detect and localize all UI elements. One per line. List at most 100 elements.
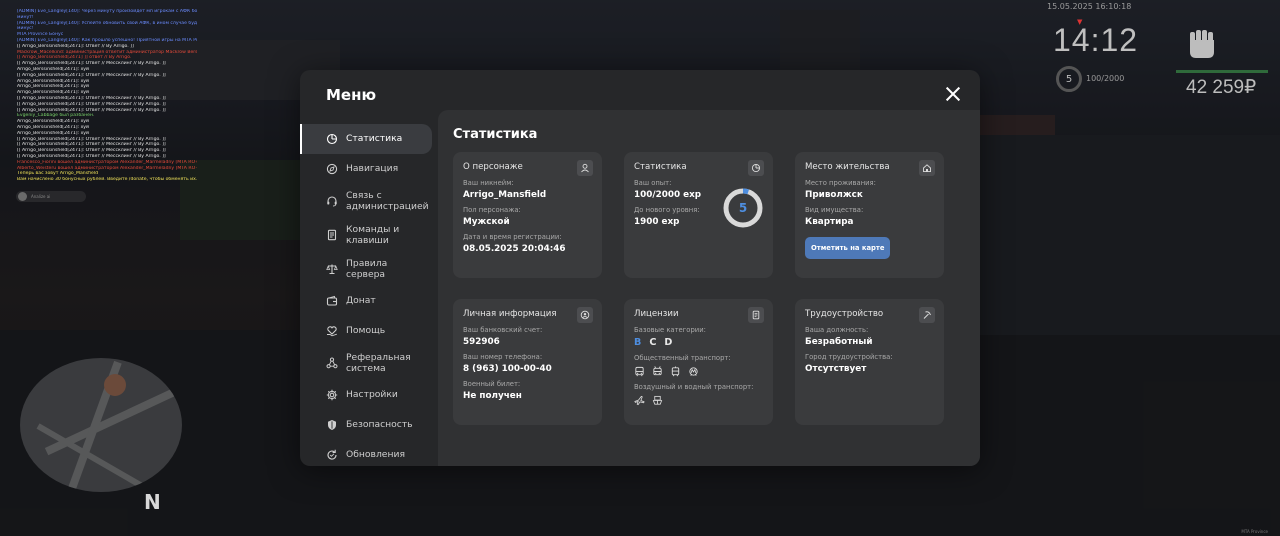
sidebar-item-label: Настройки — [346, 389, 398, 401]
card-personal-info: Личная информация Ваш банковский счет: 5… — [453, 299, 602, 425]
minimap-north-label: N — [144, 490, 161, 514]
watermark: MTA Province — [1241, 529, 1268, 534]
compass-icon — [326, 163, 338, 175]
avatar — [18, 192, 27, 201]
hud-date: 15.05.2025 16:10:18 — [1047, 2, 1132, 11]
registration-value: 08.05.2025 20:04:46 — [463, 244, 566, 254]
gender-value: Мужской — [463, 217, 510, 227]
military-id-label: Военный билет: — [463, 380, 521, 388]
chat-line: Вам начислено 30 бонусных рублей. Введит… — [17, 177, 197, 183]
sidebar-item-label: Связь с администрацией — [346, 189, 429, 213]
sidebar-item-label: Статистика — [346, 133, 403, 145]
license-categories: BCD — [634, 337, 763, 348]
menu-title: Меню — [326, 86, 377, 104]
air-water-transport-label: Воздушный и водный транспорт: — [634, 383, 754, 391]
chat-input-placeholder: Analize ai — [31, 194, 51, 199]
bus-icon — [635, 366, 644, 377]
card-title: Личная информация — [463, 309, 557, 319]
sidebar-item-11[interactable]: Обновления — [300, 440, 436, 466]
card-title: О персонаже — [463, 162, 523, 172]
id-badge-icon — [577, 307, 593, 323]
gear-icon — [326, 389, 338, 401]
user-icon — [577, 160, 593, 176]
pie-chart-icon — [748, 160, 764, 176]
menu-window: Меню Статистика Навигация Связь с админист… — [300, 70, 980, 466]
job-city-label: Город трудоустройства: — [805, 353, 893, 361]
sidebar-item-label: Навигация — [346, 163, 399, 175]
gender-label: Пол персонажа: — [463, 206, 521, 214]
sidebar-item-7[interactable]: Помощь — [300, 316, 436, 346]
chat-input[interactable]: Analize ai — [16, 191, 86, 202]
phone-label: Ваш номер телефона: — [463, 353, 543, 361]
bank-account-label: Ваш банковский счет: — [463, 326, 543, 334]
pie-chart-icon — [326, 133, 338, 145]
base-categories-label: Базовые категории: — [634, 326, 706, 334]
military-id-value: Не получен — [463, 391, 522, 401]
sidebar-item-2[interactable]: Навигация — [300, 154, 436, 184]
page-title: Статистика — [453, 127, 538, 142]
close-icon[interactable] — [946, 87, 960, 101]
sidebar-item-label: Помощь — [346, 325, 386, 337]
sidebar-item-label: Безопасность — [346, 419, 413, 431]
nickname-label: Ваш никнейм: — [463, 179, 514, 187]
card-employment: Трудоустройство Ваша должность: Безработ… — [795, 299, 944, 425]
registration-label: Дата и время регистрации: — [463, 233, 562, 241]
public-transport-icons — [634, 366, 763, 377]
hud-money: 42 259₽ — [1186, 77, 1257, 98]
nickname-value: Arrigo_Mansfield — [463, 190, 547, 200]
sidebar-item-5[interactable]: Правила сервера — [300, 252, 436, 286]
sidebar-item-3[interactable]: Связь с администрацией — [300, 184, 436, 218]
residence-place-value: Приволжск — [805, 190, 863, 200]
job-position-label: Ваша должность: — [805, 326, 869, 334]
card-title: Лицензии — [634, 309, 679, 319]
level-value: 5 — [738, 201, 748, 215]
hud-health-bar — [1176, 70, 1268, 73]
property-type-label: Вид имущества: — [805, 206, 864, 214]
document-icon — [326, 229, 338, 241]
boat-icon — [652, 395, 663, 405]
shield-icon — [326, 419, 338, 431]
menu-sidebar: Статистика Навигация Связь с администрацие… — [300, 124, 436, 466]
sidebar-item-9[interactable]: Настройки — [300, 380, 436, 410]
card-character: О персонаже Ваш никнейм: Arrigo_Mansfiel… — [453, 152, 602, 278]
sidebar-item-4[interactable]: Команды и клавиши — [300, 218, 436, 252]
sidebar-item-10[interactable]: Безопасность — [300, 410, 436, 440]
chat-line: [ADMIN] Eve_Langley[140]: Через минуту п… — [17, 9, 197, 14]
sidebar-item-label: Команды и клавиши — [346, 223, 400, 247]
heart-hand-icon — [326, 325, 338, 337]
license-category: D — [664, 337, 673, 348]
job-city-value: Отсутствует — [805, 364, 867, 374]
chat-line: Francesco_Fiorini вошёл администратором … — [17, 159, 197, 165]
headset-icon — [326, 195, 338, 207]
card-title: Статистика — [634, 162, 687, 172]
chat-line: [ADMIN] Eve_Langley[140]: Как прошло усп… — [17, 37, 197, 43]
scales-icon — [326, 263, 338, 275]
card-residence: Место жительства Место проживания: Приво… — [795, 152, 944, 278]
job-position-value: Безработный — [805, 337, 873, 347]
trolleybus-icon — [653, 366, 662, 376]
minimap-player-blip — [104, 374, 126, 396]
sidebar-item-label: Реферальная система — [346, 351, 411, 375]
sidebar-item-1[interactable]: Статистика — [300, 124, 432, 154]
pickaxe-icon — [919, 307, 935, 323]
refresh-icon — [326, 449, 338, 461]
hud-clock: 14:12 — [1053, 22, 1139, 58]
plane-icon — [634, 395, 645, 406]
card-licenses: Лицензии Базовые категории: BCD Обществе… — [624, 299, 773, 425]
mark-on-map-button[interactable]: Отметить на карте — [805, 237, 891, 259]
wallet-icon — [326, 295, 338, 307]
sidebar-item-8[interactable]: Реферальная система — [300, 346, 436, 380]
metro-icon — [689, 367, 698, 376]
card-title: Трудоустройство — [805, 309, 884, 319]
chat-line: [ADMIN] Eve_Langley[140]: Успейте обнови… — [17, 20, 197, 26]
license-category: C — [649, 337, 657, 348]
bank-account-value: 592906 — [463, 337, 500, 347]
stats-panel: Статистика О персонаже Ваш никнейм: Arri… — [438, 110, 980, 466]
tram-icon — [671, 366, 680, 377]
card-title: Место жительства — [805, 162, 890, 172]
sidebar-item-label: Обновления — [346, 449, 405, 461]
hud-exp: 100/2000 — [1086, 74, 1125, 83]
sidebar-item-label: Донат — [346, 295, 376, 307]
residence-place-label: Место проживания: — [805, 179, 876, 187]
sidebar-item-6[interactable]: Донат — [300, 286, 436, 316]
